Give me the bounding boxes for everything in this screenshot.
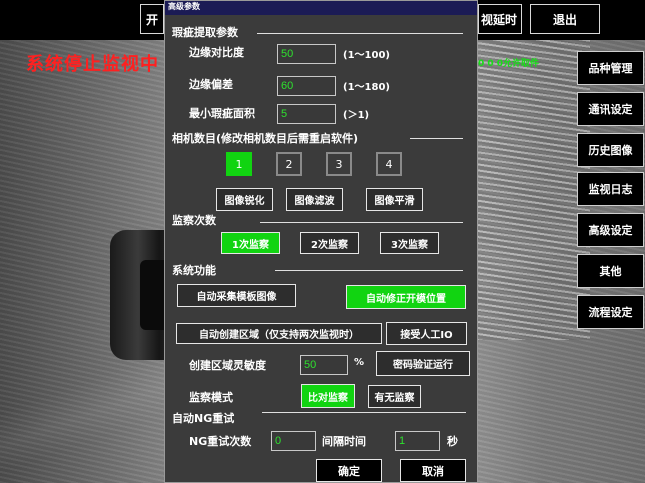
sidebar-item-monitor-log[interactable]: 监视日志 (577, 172, 644, 206)
monitor-count-option-1[interactable]: 1次监察 (221, 232, 280, 254)
camera-count-option-1[interactable]: 1 (226, 152, 252, 176)
dialog-title: 高级参数 (168, 2, 200, 11)
sidebar-item-communication[interactable]: 通讯设定 (577, 92, 644, 126)
monitor-mode-compare-button[interactable]: 比对监察 (301, 384, 355, 408)
edge-offset-input[interactable]: 60 (277, 76, 336, 96)
region-sensitivity-label: 创建区域灵敏度 (189, 359, 266, 372)
camera-count-title: 相机数目(修改相机数目后需重启软件) (172, 132, 359, 145)
ng-retry-title: 自动NG重试 (172, 412, 235, 425)
dialog-titlebar[interactable] (165, 1, 477, 15)
seconds-unit: 秒 (447, 435, 458, 448)
retry-interval-input[interactable]: 1 (395, 431, 440, 451)
image-filter-button[interactable]: 图像滤波 (286, 188, 343, 211)
region-sensitivity-input[interactable]: 50 (300, 355, 348, 375)
min-defect-area-label: 最小瑕疵面积 (189, 107, 255, 120)
sidebar-item-product-management[interactable]: 品种管理 (577, 51, 644, 85)
edge-contrast-range: (1～100) (343, 50, 390, 61)
min-defect-area-input[interactable]: 5 (277, 104, 336, 124)
status-banner: 系统停止监视中 (26, 54, 159, 75)
camera-count-option-3[interactable]: 3 (326, 152, 352, 176)
section-divider (257, 33, 463, 34)
edge-offset-label: 边缘偏差 (189, 78, 233, 91)
sidebar-item-other[interactable]: 其他 (577, 254, 644, 288)
exit-button[interactable]: 退出 (530, 4, 600, 34)
cancel-button[interactable]: 取消 (400, 459, 466, 482)
section-divider (410, 138, 463, 139)
password-verify-run-button[interactable]: 密码验证运行 (376, 351, 470, 376)
defect-section-title: 瑕疵提取参数 (172, 26, 238, 39)
monitor-count-title: 监察次数 (172, 214, 216, 227)
top-button-partial-left[interactable]: 开 (140, 4, 164, 34)
percent-unit: % (354, 357, 365, 368)
image-sharpen-button[interactable]: 图像锐化 (216, 188, 273, 211)
monitor-mode-presence-button[interactable]: 有无监察 (368, 385, 421, 408)
monitor-mode-label: 监察模式 (189, 391, 233, 404)
ng-retry-count-label: NG重试次数 (189, 435, 252, 448)
camera-view-highlight (470, 40, 590, 340)
auto-create-region-button[interactable]: 自动创建区域（仅支持两次监视时） (176, 323, 382, 344)
auto-correct-open-position-button[interactable]: 自动修正开模位置 (346, 285, 466, 309)
monitor-count-option-3[interactable]: 3次监察 (380, 232, 439, 254)
camera-count-option-2[interactable]: 2 (276, 152, 302, 176)
sidebar-item-history-images[interactable]: 历史图像 (577, 133, 644, 167)
edge-contrast-label: 边缘对比度 (189, 46, 244, 59)
sidebar-item-advanced[interactable]: 高级设定 (577, 213, 644, 247)
section-divider (275, 270, 463, 271)
min-defect-area-range: (＞1) (343, 110, 370, 121)
permit-status: 0 0 0允许取件 (478, 59, 540, 69)
monitor-count-option-2[interactable]: 2次监察 (300, 232, 359, 254)
accept-manual-io-button[interactable]: 接受人工IO (386, 322, 467, 345)
monitor-delay-button[interactable]: 视延时 (478, 4, 522, 34)
section-divider (260, 222, 463, 223)
confirm-button[interactable]: 确定 (316, 459, 382, 482)
ng-retry-count-input[interactable]: 0 (271, 431, 316, 451)
edge-offset-range: (1～180) (343, 82, 390, 93)
section-divider (262, 412, 466, 413)
edge-contrast-input[interactable]: 50 (277, 44, 336, 64)
system-functions-title: 系统功能 (172, 264, 216, 277)
image-smooth-button[interactable]: 图像平滑 (366, 188, 423, 211)
sidebar-item-process[interactable]: 流程设定 (577, 295, 644, 329)
auto-collect-template-button[interactable]: 自动采集模板图像 (177, 284, 296, 307)
camera-count-option-4[interactable]: 4 (376, 152, 402, 176)
retry-interval-label: 间隔时间 (322, 435, 366, 448)
